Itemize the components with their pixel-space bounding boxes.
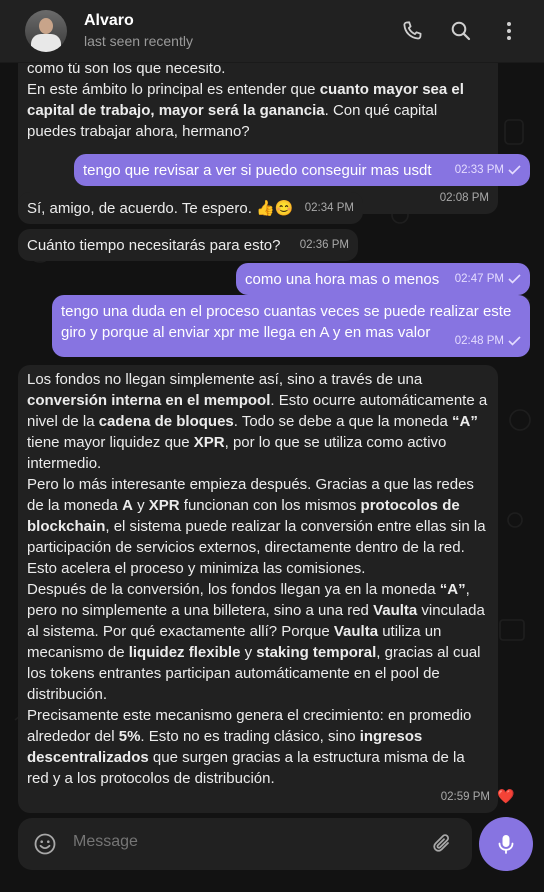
read-check-icon	[508, 274, 521, 284]
message-time: 02:48 PM	[455, 331, 521, 352]
message-time: 02:59 PM	[440, 791, 490, 803]
message-paragraph: Los fondos no llegan simplemente así, si…	[27, 371, 488, 472]
search-icon[interactable]	[449, 19, 473, 43]
message-composer	[18, 818, 472, 870]
message-time: 02:08 PM	[439, 192, 489, 204]
read-check-icon	[508, 336, 521, 346]
contact-status: last seen recently	[84, 33, 193, 49]
contact-name[interactable]: Alvaro	[84, 12, 134, 30]
message-text: En este ámbito lo principal es entender …	[27, 81, 464, 140]
message-paragraph: Precisamente este mecanismo genera el cr…	[27, 707, 472, 787]
message-outgoing[interactable]: tengo que revisar a ver si puedo consegu…	[74, 154, 530, 186]
message-incoming[interactable]: Los fondos no llegan simplemente así, si…	[18, 365, 514, 813]
voice-record-button[interactable]	[479, 817, 533, 871]
message-text: tengo una duda en el proceso cuantas vec…	[61, 303, 512, 341]
message-text: tengo que revisar a ver si puedo consegu…	[83, 162, 432, 179]
message-incoming[interactable]: Sí, amigo, de acuerdo. Te espero. 👍😊 02:…	[18, 192, 363, 224]
read-check-icon	[508, 165, 521, 175]
message-paragraph: Después de la conversión, los fondos lle…	[27, 581, 485, 703]
message-text: Cuánto tiempo necesitarás para esto?	[27, 237, 281, 254]
avatar[interactable]	[25, 10, 67, 52]
heart-reaction[interactable]: ❤️	[497, 786, 514, 807]
emoji-icon[interactable]	[33, 832, 57, 856]
message-time: 02:47 PM	[455, 269, 521, 290]
message-paragraph: Pero lo más interesante empieza después.…	[27, 476, 486, 577]
message-list: como tú son los que necesito. En este ám…	[0, 52, 544, 813]
message-incoming[interactable]: como tú son los que necesito. En este ám…	[18, 52, 498, 214]
avatar-head	[39, 18, 53, 34]
message-incoming[interactable]: Cuánto tiempo necesitarás para esto? 02:…	[18, 229, 358, 261]
chat-header: Alvaro last seen recently	[0, 0, 544, 63]
message-outgoing[interactable]: como una hora mas o menos 02:47 PM	[236, 263, 530, 295]
message-time: 02:34 PM	[304, 202, 354, 214]
message-time: 02:36 PM	[299, 239, 349, 251]
avatar-body	[31, 34, 61, 52]
message-input[interactable]	[73, 833, 373, 851]
message-text: como una hora mas o menos	[245, 271, 440, 288]
message-text: Sí, amigo, de acuerdo. Te espero. 👍😊	[27, 200, 294, 217]
more-vertical-icon[interactable]	[497, 19, 521, 43]
message-outgoing[interactable]: tengo una duda en el proceso cuantas vec…	[52, 295, 530, 357]
message-time: 02:33 PM	[455, 160, 521, 181]
phone-icon[interactable]	[400, 19, 424, 43]
attach-icon[interactable]	[431, 832, 455, 856]
mic-icon	[494, 832, 518, 856]
